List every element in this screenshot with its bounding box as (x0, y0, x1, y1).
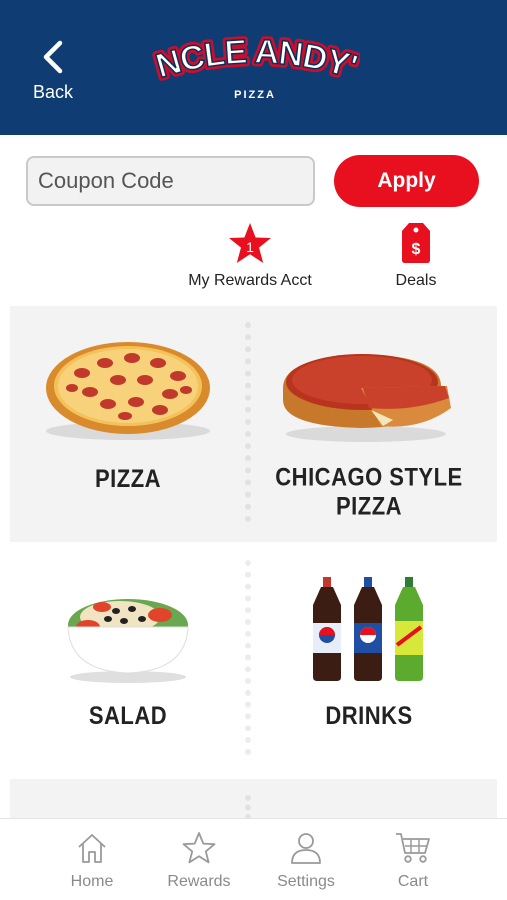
menu-category-salad[interactable]: SALAD (10, 543, 246, 779)
app-screen: Back UNCLE ANDY'S UNCLE ANDY'S PIZZA App… (0, 0, 507, 900)
apply-coupon-button[interactable]: Apply (334, 155, 479, 207)
tab-home-label: Home (70, 873, 114, 890)
house-icon (78, 834, 106, 863)
my-rewards-account-link[interactable]: 1 My Rewards Acct (182, 222, 318, 290)
tab-settings-label: Settings (277, 873, 335, 890)
back-button[interactable]: Back (28, 40, 78, 110)
bottom-tab-bar: Home Rewards Settings Cart (0, 818, 507, 900)
menu-category-drinks[interactable]: DRINKS (251, 543, 487, 779)
deals-label: Deals (395, 272, 437, 289)
star-badge-icon: 1 (229, 223, 271, 263)
drinks-label: DRINKS (325, 701, 413, 730)
pepperoni-pizza-image (46, 342, 210, 440)
cart-icon (396, 833, 430, 863)
tab-home[interactable]: Home (42, 831, 142, 891)
price-tag-icon: $ (402, 223, 430, 263)
star-outline-icon (182, 832, 216, 864)
svg-text:$: $ (412, 241, 421, 258)
tab-cart[interactable]: Cart (363, 831, 463, 891)
menu-category-pizza[interactable]: PIZZA (10, 306, 246, 542)
top-header: Back UNCLE ANDY'S UNCLE ANDY'S PIZZA (0, 0, 507, 135)
deep-dish-pizza-image (283, 354, 451, 442)
tab-rewards-label: Rewards (167, 873, 231, 890)
back-label: Back (32, 82, 74, 102)
tab-cart-label: Cart (397, 873, 429, 890)
rewards-badge-count: 1 (246, 239, 254, 255)
tab-rewards[interactable]: Rewards (149, 831, 249, 891)
person-icon (291, 833, 321, 864)
menu-category-chicago-style-pizza[interactable]: CHICAGO STYLE PIZZA (251, 306, 487, 542)
salad-bowl-image (67, 599, 189, 683)
dotted-divider (245, 795, 251, 820)
coupon-code-input[interactable] (26, 156, 315, 206)
chevron-left-icon (43, 40, 63, 74)
svg-text:PIZZA: PIZZA (234, 89, 276, 101)
soda-bottles-image (313, 577, 423, 681)
uncle-andys-logo: UNCLE ANDY'S UNCLE ANDY'S PIZZA (150, 30, 360, 101)
deals-link[interactable]: $ Deals (376, 222, 456, 290)
svg-text:UNCLE ANDY'S: UNCLE ANDY'S (150, 30, 360, 86)
chicago-style-pizza-label: CHICAGO STYLE PIZZA (275, 462, 463, 520)
salad-label: SALAD (88, 701, 168, 730)
tab-settings[interactable]: Settings (256, 831, 356, 891)
pizza-label: PIZZA (94, 464, 162, 493)
my-rewards-label: My Rewards Acct (188, 272, 312, 289)
